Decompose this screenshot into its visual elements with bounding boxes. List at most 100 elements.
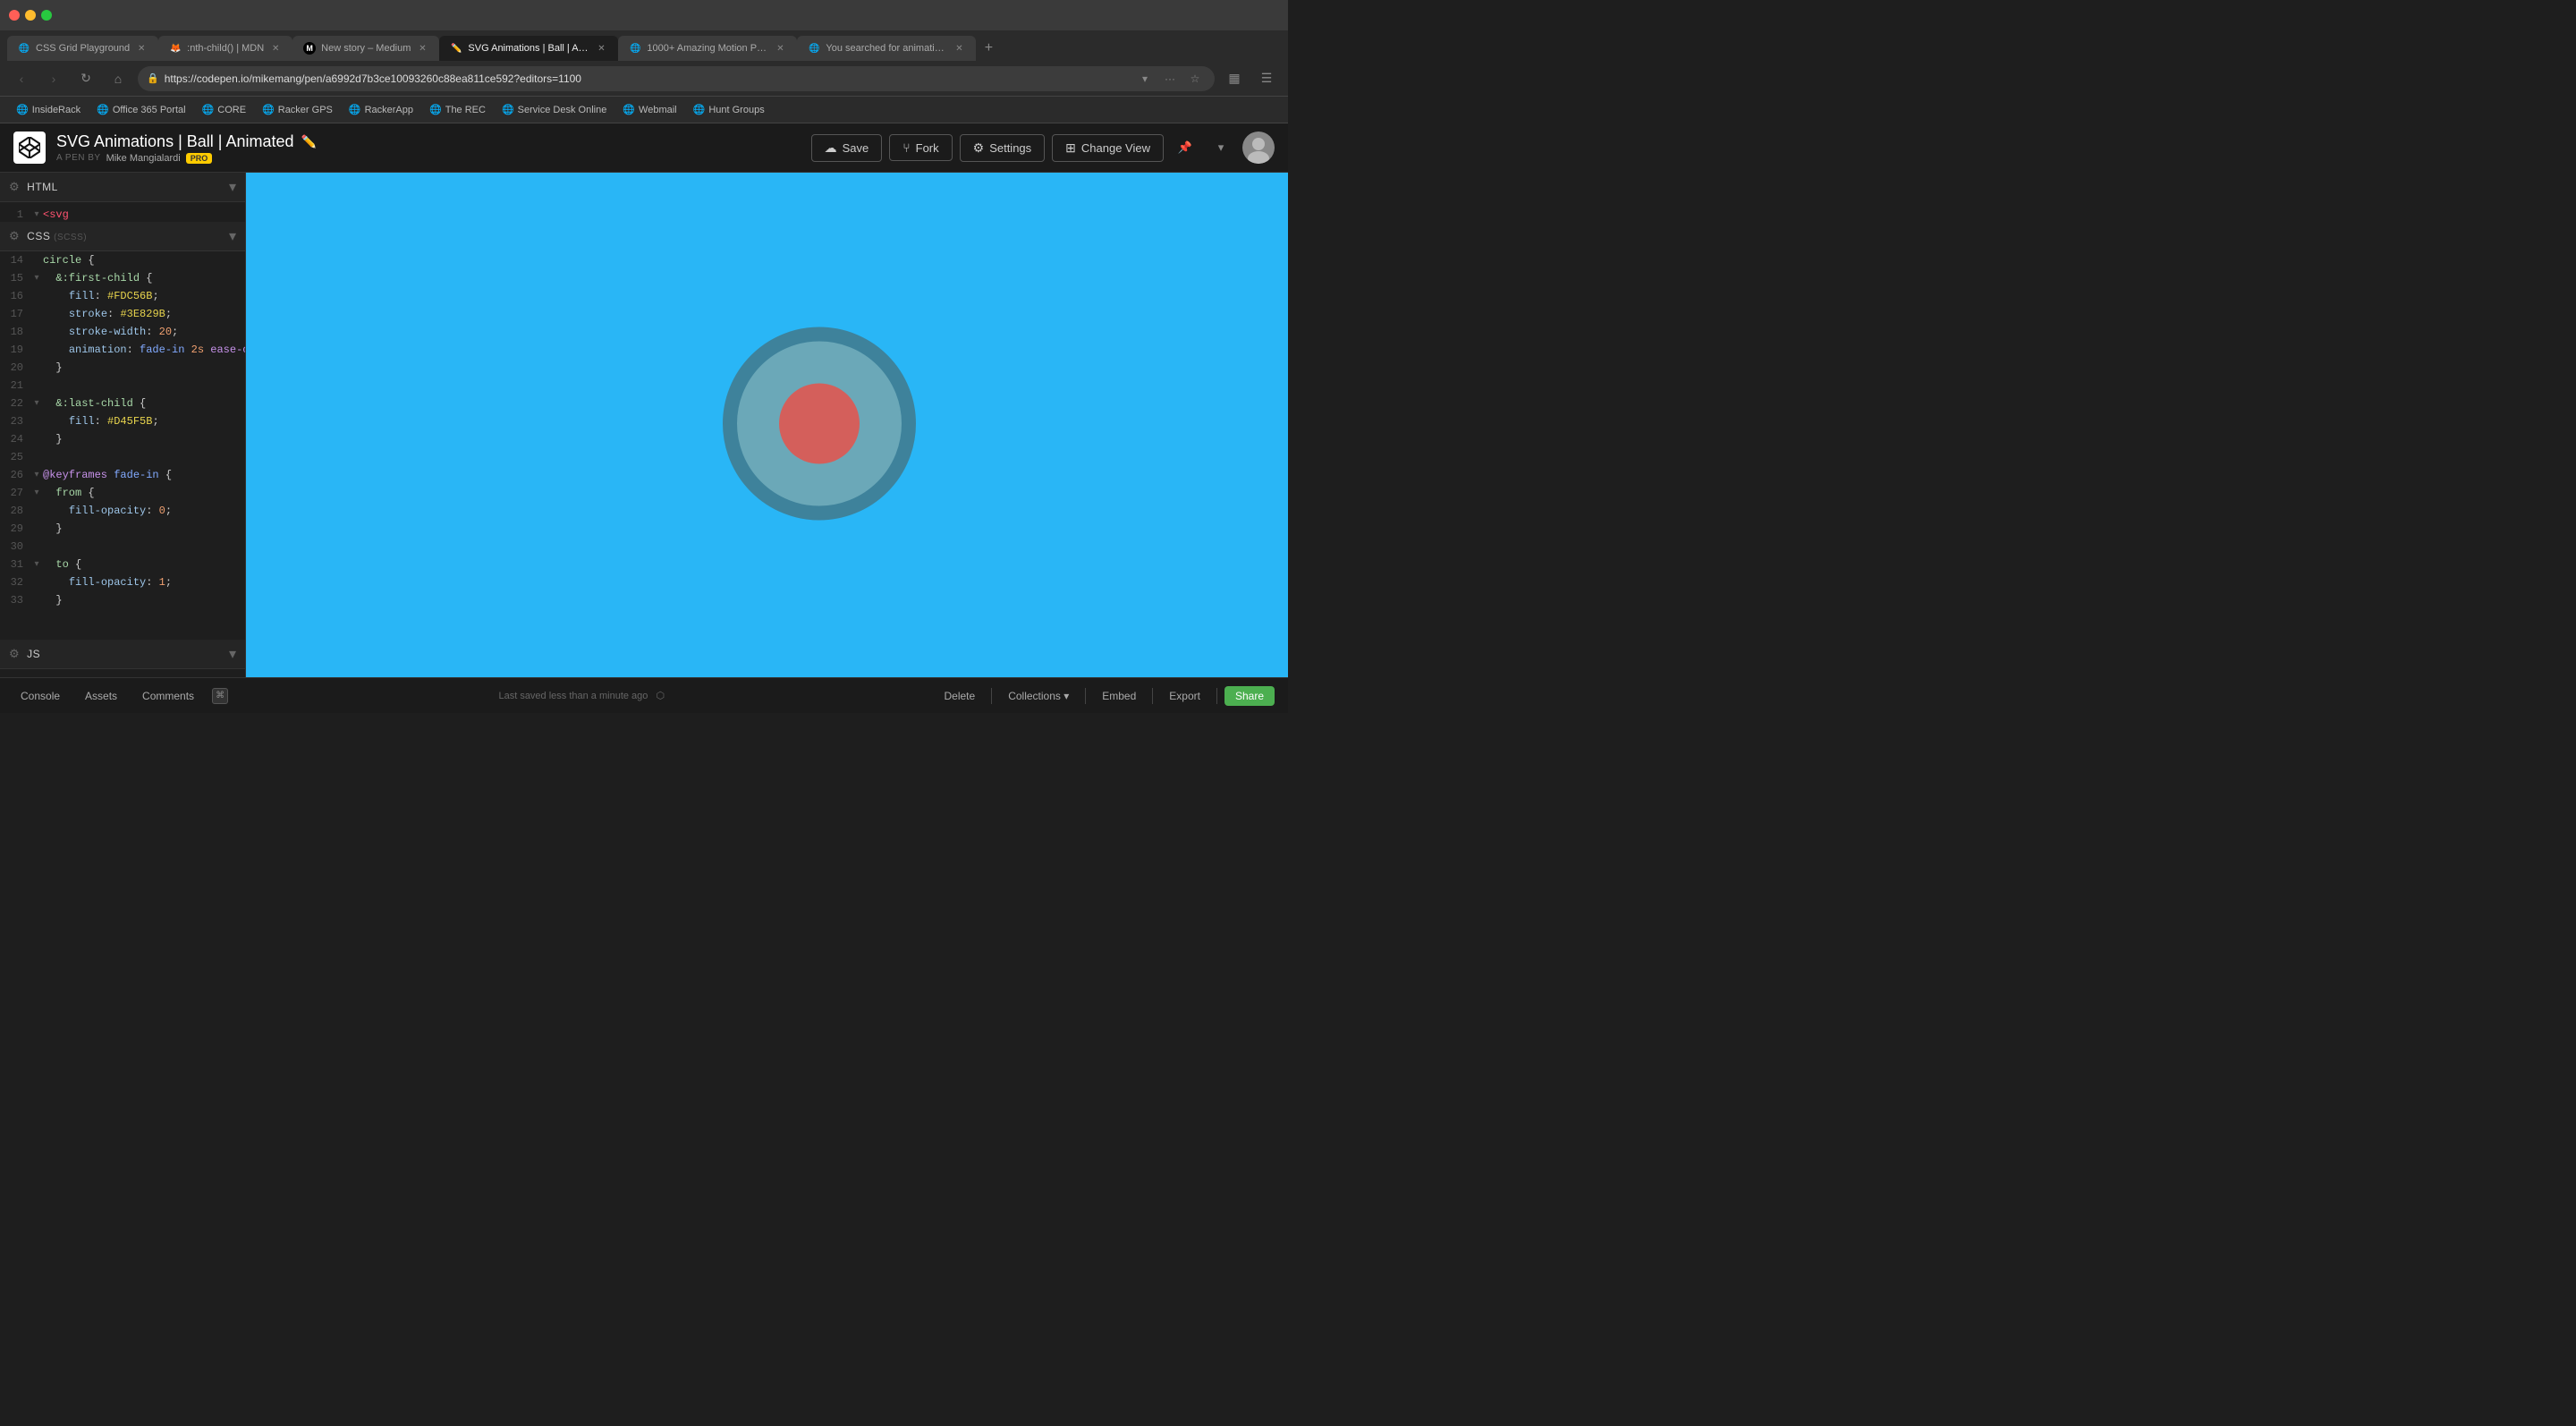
tab-close-mdn[interactable]: ✕ <box>269 42 282 55</box>
line-part-19-0: animation <box>69 341 127 359</box>
html-gear-icon[interactable]: ⚙ <box>9 180 20 194</box>
cp-author-name[interactable]: Mike Mangialardi <box>106 153 181 164</box>
change-view-label: Change View <box>1081 141 1150 155</box>
url-dropdown-button[interactable]: ▾ <box>1134 68 1156 89</box>
tab-codepen[interactable]: ✏️ SVG Animations | Ball | Anim… ✕ <box>439 36 618 61</box>
embed-button[interactable]: Embed <box>1093 686 1145 706</box>
tab-close-medium[interactable]: ✕ <box>416 42 428 55</box>
cp-pro-badge: PRO <box>186 153 213 164</box>
tab-title-motion: 1000+ Amazing Motion Pho… <box>647 43 768 54</box>
tab-close-css-grid[interactable]: ✕ <box>135 42 148 55</box>
export-button[interactable]: Export <box>1160 686 1209 706</box>
html-line-arrow-1[interactable]: ▾ <box>30 206 43 222</box>
forward-button[interactable]: › <box>41 66 66 91</box>
address-bar: ‹ › ↻ ⌂ 🔒 https://codepen.io/mikemang/pe… <box>0 61 1288 97</box>
refresh-button[interactable]: ↻ <box>73 66 98 91</box>
bookmark-huntgroups[interactable]: 🌐 Hunt Groups <box>686 102 772 117</box>
bookmark-icon-webmail: 🌐 <box>623 104 635 115</box>
save-button[interactable]: ☁ Save <box>811 134 883 162</box>
tab-css-grid[interactable]: 🌐 CSS Grid Playground ✕ <box>7 36 158 61</box>
bookmark-therec[interactable]: 🌐 The REC <box>422 102 493 117</box>
bookmark-office365[interactable]: 🌐 Office 365 Portal <box>89 102 192 117</box>
bookmark-rackergps[interactable]: 🌐 Racker GPS <box>255 102 340 117</box>
line-num-25: 25 <box>4 448 30 466</box>
assets-tab[interactable]: Assets <box>78 686 124 706</box>
line-indent-32 <box>43 573 69 591</box>
tab-medium[interactable]: M New story – Medium ✕ <box>292 36 439 61</box>
traffic-light-fullscreen[interactable] <box>41 10 52 21</box>
tab-mdn[interactable]: 🦊 :nth-child() | MDN ✕ <box>158 36 292 61</box>
change-view-button[interactable]: ⊞ Change View <box>1052 134 1164 162</box>
line-part-23-3: ; <box>152 412 158 430</box>
pin-button[interactable]: 📌 <box>1171 133 1199 162</box>
tab-close-searched[interactable]: ✕ <box>953 42 965 55</box>
console-tab[interactable]: Console <box>13 686 67 706</box>
tabs-bar: 🌐 CSS Grid Playground ✕ 🦊 :nth-child() |… <box>0 30 1288 61</box>
css-collapse-icon[interactable]: ▾ <box>229 227 236 245</box>
html-code-area[interactable]: 1 ▾ <svg <box>0 202 245 222</box>
user-avatar[interactable] <box>1242 132 1275 164</box>
line-arrow-22[interactable]: ▾ <box>30 395 43 412</box>
line-arrow-27[interactable]: ▾ <box>30 484 43 502</box>
css-code-area[interactable]: 14circle {15▾ &:first-child {16 fill: #F… <box>0 251 245 639</box>
settings-button[interactable]: ⚙ Settings <box>960 134 1046 162</box>
new-tab-button[interactable]: + <box>976 36 1001 61</box>
js-section-header[interactable]: ⚙ JS ▾ <box>0 640 245 669</box>
share-button[interactable]: Share <box>1224 686 1275 706</box>
ball-container: @keyframes fade-in { from { fill-opacity… <box>712 317 927 534</box>
cp-edit-icon[interactable]: ✏️ <box>301 134 316 149</box>
codepen-logo[interactable] <box>13 132 46 164</box>
line-part-16-1: : <box>95 287 107 305</box>
bookmark-core[interactable]: 🌐 CORE <box>195 102 253 117</box>
tab-favicon-mdn: 🦊 <box>169 42 182 55</box>
html-section-header[interactable]: ⚙ HTML ▾ <box>0 173 245 202</box>
bookmark-servicedesk[interactable]: 🌐 Service Desk Online <box>495 102 614 117</box>
tab-close-motion[interactable]: ✕ <box>774 42 786 55</box>
comments-tab[interactable]: Comments <box>135 686 201 706</box>
avatar-image <box>1242 132 1275 164</box>
fork-button[interactable]: ⑂ Fork <box>889 134 952 161</box>
line-arrow-26[interactable]: ▾ <box>30 466 43 484</box>
url-bar[interactable]: 🔒 https://codepen.io/mikemang/pen/a6992d… <box>138 66 1215 91</box>
bookmark-icon-insiderack: 🌐 <box>16 104 29 115</box>
tab-close-codepen[interactable]: ✕ <box>595 42 607 55</box>
js-collapse-icon[interactable]: ▾ <box>229 645 236 663</box>
fork-label: Fork <box>916 141 939 155</box>
collections-button[interactable]: Collections ▾ <box>999 686 1078 706</box>
bookmark-insiderack[interactable]: 🌐 InsideRack <box>9 102 88 117</box>
traffic-light-minimize[interactable] <box>25 10 36 21</box>
css-line-23: 23 fill: #D45F5B; <box>0 412 245 430</box>
traffic-light-close[interactable] <box>9 10 20 21</box>
bookmark-webmail[interactable]: 🌐 Webmail <box>615 102 683 117</box>
expand-button[interactable]: ▾ <box>1207 133 1235 162</box>
line-part-23-1: : <box>95 412 107 430</box>
line-arrow-15[interactable]: ▾ <box>30 269 43 287</box>
account-button[interactable]: ☰ <box>1254 66 1279 91</box>
line-indent-24 <box>43 430 55 448</box>
line-part-18-2: 20 <box>159 323 172 341</box>
url-menu-button[interactable]: ··· <box>1159 68 1181 89</box>
footer-center: Last saved less than a minute ago ⬡ <box>228 690 935 701</box>
css-section-header[interactable]: ⚙ CSS (SCSS) ▾ <box>0 222 245 251</box>
bookmark-rackerapp[interactable]: 🌐 RackerApp <box>342 102 420 117</box>
delete-button[interactable]: Delete <box>936 686 985 706</box>
line-num-32: 32 <box>4 573 30 591</box>
line-arrow-31[interactable]: ▾ <box>30 556 43 573</box>
js-gear-icon[interactable]: ⚙ <box>9 647 20 661</box>
back-button[interactable]: ‹ <box>9 66 34 91</box>
bookmark-star-button[interactable]: ☆ <box>1184 68 1206 89</box>
extensions-button[interactable]: ▦ <box>1222 66 1247 91</box>
line-part-19-1: : <box>127 341 140 359</box>
home-button[interactable]: ⌂ <box>106 66 131 91</box>
css-gear-icon[interactable]: ⚙ <box>9 229 20 243</box>
html-collapse-icon[interactable]: ▾ <box>229 178 236 196</box>
js-editor-section: ⚙ JS ▾ <box>0 640 245 677</box>
tab-favicon-searched: 🌐 <box>808 42 820 55</box>
bookmark-label-core: CORE <box>217 105 246 115</box>
line-part-33-0: } <box>55 591 62 609</box>
external-link-icon[interactable]: ⬡ <box>656 691 665 701</box>
css-line-24: 24 } <box>0 430 245 448</box>
tab-searched[interactable]: 🌐 You searched for animations ✕ <box>797 36 976 61</box>
css-section-title: ⚙ CSS (SCSS) <box>9 229 87 243</box>
tab-motion[interactable]: 🌐 1000+ Amazing Motion Pho… ✕ <box>618 36 797 61</box>
